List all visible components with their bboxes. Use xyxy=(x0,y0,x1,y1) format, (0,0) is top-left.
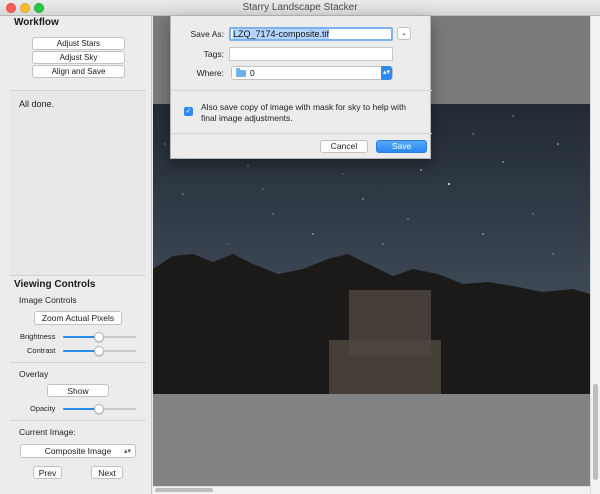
brightness-slider[interactable] xyxy=(63,332,136,342)
align-and-save-button[interactable]: Align and Save xyxy=(32,65,125,78)
opacity-slider[interactable] xyxy=(63,404,136,414)
chevron-down-icon: ⌄ xyxy=(401,30,407,37)
updown-chevron-icon: ▴▾ xyxy=(123,448,131,455)
brightness-slider-knob[interactable] xyxy=(94,332,104,342)
prev-button[interactable]: Prev xyxy=(33,466,62,479)
checkmark-icon: ✓ xyxy=(185,108,192,115)
current-image-select[interactable]: Composite Image ▴▾ xyxy=(20,444,136,458)
mask-copy-label: Also save copy of image with mask for sk… xyxy=(201,102,407,123)
tags-input[interactable] xyxy=(229,47,393,61)
workflow-title: Workflow xyxy=(14,17,59,28)
divider xyxy=(10,362,146,363)
contrast-slider-knob[interactable] xyxy=(94,346,104,356)
horizontal-scroll-thumb[interactable] xyxy=(155,488,213,492)
overlay-label: Overlay xyxy=(19,369,49,379)
updown-chevron-icon: ▴▾ xyxy=(381,66,392,80)
workflow-log: All done. xyxy=(10,90,146,276)
horizontal-scrollbar[interactable] xyxy=(153,486,590,494)
window-title: Starry Landscape Stacker xyxy=(242,2,358,13)
filename-input[interactable]: LZQ_7174-composite.tif xyxy=(229,27,393,41)
folder-icon xyxy=(236,68,246,77)
save-dialog: Save As: LZQ_7174-composite.tif ⌄ Tags: … xyxy=(170,16,432,159)
divider xyxy=(171,90,432,91)
viewing-controls-title: Viewing Controls xyxy=(14,279,96,290)
show-overlay-button[interactable]: Show xyxy=(47,384,109,397)
left-panel: Workflow Adjust Stars Adjust Sky Align a… xyxy=(0,16,152,494)
where-select[interactable]: 0 ▴▾ xyxy=(231,66,393,80)
canvas-background xyxy=(153,394,590,486)
expand-dialog-button[interactable]: ⌄ xyxy=(397,27,411,40)
save-as-label: Save As: xyxy=(190,29,224,39)
opacity-label: Opacity xyxy=(30,404,56,413)
log-text: All done. xyxy=(19,99,55,109)
mask-copy-checkbox[interactable]: ✓ xyxy=(184,107,193,116)
title-bar: Starry Landscape Stacker xyxy=(0,0,600,16)
where-value: 0 xyxy=(250,68,255,78)
divider xyxy=(171,133,432,134)
contrast-slider[interactable] xyxy=(63,346,136,356)
cancel-button[interactable]: Cancel xyxy=(320,140,368,153)
contrast-label: Contrast xyxy=(27,346,56,355)
image-controls-label: Image Controls xyxy=(19,295,77,305)
where-label: Where: xyxy=(196,68,224,78)
divider xyxy=(10,420,146,421)
current-image-label: Current Image: xyxy=(19,427,76,437)
save-button[interactable]: Save xyxy=(376,140,427,153)
tags-label: Tags: xyxy=(203,49,224,59)
adjust-sky-button[interactable]: Adjust Sky xyxy=(32,51,125,64)
zoom-actual-pixels-button[interactable]: Zoom Actual Pixels xyxy=(34,311,122,325)
current-image-value: Composite Image xyxy=(44,446,112,456)
vertical-scroll-thumb[interactable] xyxy=(593,384,598,480)
next-button[interactable]: Next xyxy=(91,466,123,479)
adjust-stars-button[interactable]: Adjust Stars xyxy=(32,37,125,50)
brightness-label: Brightness xyxy=(20,332,56,341)
opacity-slider-knob[interactable] xyxy=(94,404,104,414)
vertical-scrollbar[interactable] xyxy=(590,16,600,494)
filename-value: LZQ_7174-composite.tif xyxy=(233,29,330,39)
